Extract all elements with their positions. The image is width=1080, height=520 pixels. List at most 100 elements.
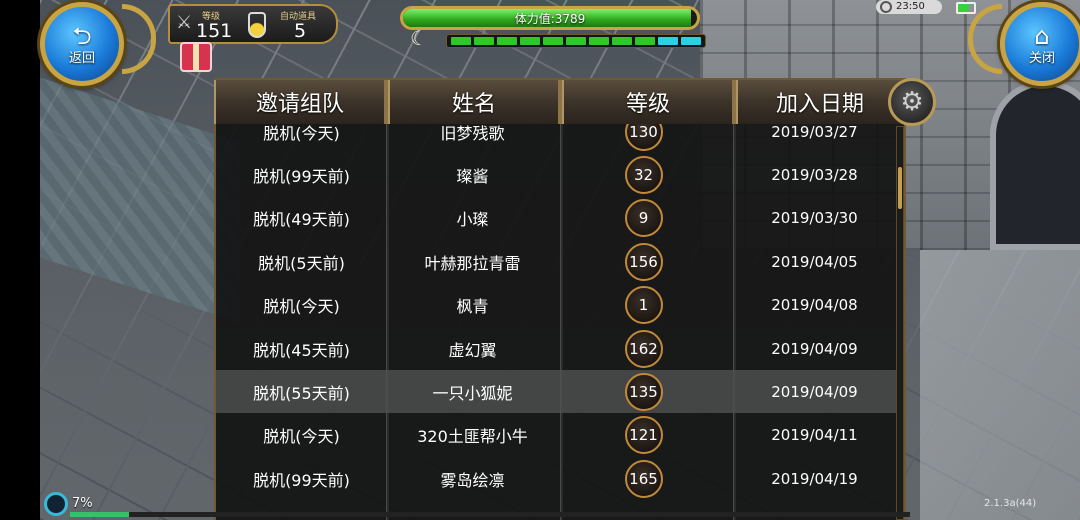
member-join-date: 2019/04/09 (771, 382, 858, 401)
member-status[interactable]: 脱机(今天) (216, 284, 387, 327)
member-status[interactable]: 脱机(今天) (216, 414, 387, 457)
member-level-cell: 1 (558, 284, 729, 327)
gear-icon: ⚙ (900, 87, 924, 117)
energy-segment (566, 37, 586, 45)
download-progress-icon (44, 492, 68, 516)
player-info-plate: ⚔ 等级 151 自动道具 5 (168, 4, 338, 44)
version-label: 2.1.3a(44) (984, 498, 1037, 509)
close-button[interactable]: ⌂ 关闭 (1000, 2, 1080, 86)
member-list[interactable]: 脱机(今天) 旧梦残歌 130 2019/03/27 脱机(99天前) 璨酱 32 2019/… (216, 124, 898, 520)
member-status[interactable]: 脱机(45天前) (216, 327, 387, 370)
moon-icon: ☾ (410, 26, 428, 50)
download-progress-text: 7% (72, 496, 93, 511)
member-join-date: 2019/04/19 (771, 469, 858, 488)
member-status[interactable]: 脱机(99天前) (216, 457, 387, 500)
member-name: 小璨 (456, 210, 489, 230)
energy-segment-bar (446, 34, 706, 48)
table-header: 邀请组队 姓名 等级 加入日期 (214, 80, 906, 124)
member-name: 叶赫那拉青雷 (424, 253, 521, 273)
energy-segment (635, 37, 655, 45)
member-join-date: 2019/03/28 (771, 165, 858, 184)
energy-segment (451, 37, 471, 45)
member-name: 320土匪帮小牛 (417, 427, 528, 447)
member-level-cell: 130 (558, 124, 729, 153)
table-row[interactable]: 脱机(5天前) 叶赫那拉青雷 156 2019/04/05 (216, 240, 898, 283)
header-level[interactable]: 等级 (562, 80, 736, 124)
member-level-cell: 135 (558, 370, 729, 413)
table-row[interactable]: 脱机(55天前) 一只小狐妮 135 2019/04/09 (216, 370, 898, 414)
header-name[interactable]: 姓名 (388, 80, 562, 124)
member-level-badge: 32 (624, 155, 663, 194)
potion-flask-icon (248, 12, 266, 38)
member-level-badge: 121 (624, 416, 663, 455)
table-row[interactable]: 脱机(今天) 320土匪帮小牛 121 2019/04/11 (216, 414, 898, 457)
member-level-cell: 156 (558, 240, 729, 283)
member-level-badge: 156 (624, 242, 663, 281)
header-join-date[interactable]: 加入日期 (736, 80, 906, 124)
table-row[interactable]: 脱机(99天前) 雾岛绘凛 165 2019/04/19 (216, 457, 898, 500)
back-button[interactable]: ⮌ 返回 (40, 2, 124, 86)
member-status[interactable]: 脱机(55天前) (216, 370, 387, 413)
member-name: 虚幻翼 (448, 340, 497, 360)
table-row[interactable]: 脱机(今天) 旧梦残歌 130 2019/03/27 (216, 124, 898, 153)
member-name: 雾岛绘凛 (440, 470, 505, 490)
energy-segment (658, 37, 678, 45)
member-join-date: 2019/04/09 (771, 339, 858, 358)
download-progress-bar (70, 512, 910, 517)
energy-segment (612, 37, 632, 45)
member-level-badge: 165 (624, 459, 663, 498)
member-level-badge: 130 (624, 124, 663, 151)
member-status[interactable]: 脱机(5天前) (216, 240, 387, 283)
member-name: 旧梦残歌 (440, 124, 505, 143)
member-join-date: 2019/03/30 (771, 209, 858, 228)
floor-tiles (920, 250, 1080, 520)
member-level-cell: 121 (558, 414, 729, 457)
member-level-badge: 162 (624, 329, 663, 368)
sword-icon: ⚔ (176, 12, 193, 33)
member-join-date: 2019/04/11 (771, 426, 858, 445)
scrollbar-thumb[interactable] (898, 167, 902, 209)
castle-window (990, 80, 1080, 250)
table-row[interactable]: 脱机(99天前) 璨酱 32 2019/03/28 (216, 153, 898, 196)
stamina-bar: 体力值:3789 (400, 6, 700, 30)
stamina-text: 体力值:3789 (514, 12, 586, 26)
download-progress-fill (70, 512, 129, 517)
table-row[interactable]: 脱机(49天前) 小璨 9 2019/03/30 (216, 197, 898, 240)
energy-segment (474, 37, 494, 45)
floor-carpet (40, 77, 240, 323)
settings-gear-button[interactable]: ⚙ (888, 78, 936, 126)
member-name: 枫青 (456, 297, 489, 317)
member-level-cell: 32 (558, 153, 729, 196)
energy-segment (543, 37, 563, 45)
energy-segment (589, 37, 609, 45)
table-row[interactable]: 脱机(今天) 枫青 1 2019/04/08 (216, 284, 898, 327)
member-join-date: 2019/03/27 (771, 124, 858, 141)
member-level-cell: 165 (558, 457, 729, 500)
back-arrow-icon: ⮌ (72, 21, 92, 50)
member-name: 璨酱 (456, 166, 489, 186)
energy-segment (520, 37, 540, 45)
member-join-date: 2019/04/08 (771, 296, 858, 315)
close-button-label: 关闭 (1028, 50, 1055, 66)
member-status[interactable]: 脱机(99天前) (216, 153, 387, 196)
member-level-badge: 135 (624, 372, 663, 411)
header-invite[interactable]: 邀请组队 (214, 80, 388, 124)
member-join-date: 2019/04/05 (771, 252, 858, 271)
clock-icon (880, 1, 892, 13)
energy-segment (681, 37, 701, 45)
scrollbar[interactable] (896, 126, 904, 520)
back-button-label: 返回 (68, 50, 95, 66)
member-name: 一只小狐妮 (432, 383, 513, 403)
table-row[interactable]: 脱机(45天前) 虚幻翼 162 2019/04/09 (216, 327, 898, 370)
auto-item-count: 5 (294, 20, 307, 42)
gift-box-icon[interactable] (180, 42, 212, 72)
member-level-badge: 1 (624, 286, 663, 325)
member-level-badge: 9 (624, 199, 663, 238)
member-level-cell: 9 (558, 197, 729, 240)
member-status[interactable]: 脱机(今天) (216, 124, 387, 153)
level-value: 151 (196, 20, 233, 42)
member-level-cell: 162 (558, 327, 729, 370)
battery-icon (956, 2, 976, 14)
energy-segment (497, 37, 517, 45)
member-status[interactable]: 脱机(49天前) (216, 197, 387, 240)
